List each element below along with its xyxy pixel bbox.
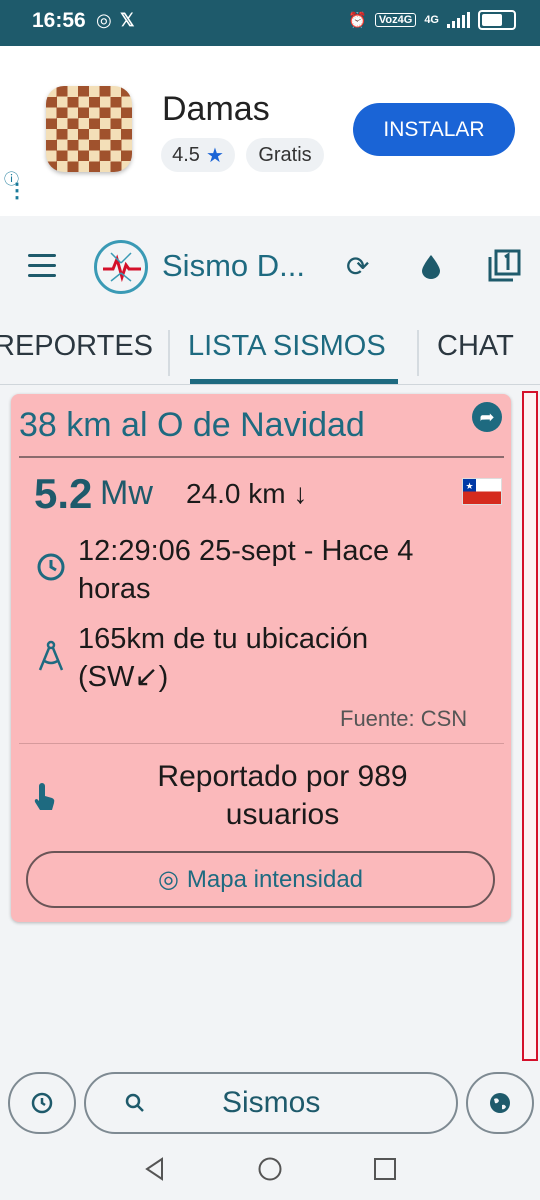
tab-chat[interactable]: CHAT xyxy=(437,330,514,363)
reported-line2: usuarios xyxy=(225,798,340,831)
tab-separator xyxy=(168,330,170,376)
reported-line1: Reportado por 989 xyxy=(157,760,408,793)
quake-depth: 24.0 km ↓ xyxy=(186,478,308,509)
checkers-app-icon[interactable] xyxy=(46,86,132,172)
x-icon: 𝕏 xyxy=(120,10,135,30)
ad-price-chip: Gratis xyxy=(246,138,324,172)
quake-distance-line1: 165km de tu ubicación xyxy=(78,623,369,655)
volte-tag: Voz4G xyxy=(374,13,417,27)
search-icon xyxy=(125,1093,144,1112)
tab-reportes[interactable]: REPORTES xyxy=(0,330,153,363)
ad-rating: 4.5 xyxy=(172,143,200,166)
star-icon: ★ xyxy=(205,144,224,167)
ad-rating-chip: 4.5 ★ xyxy=(161,138,235,172)
menu-icon[interactable] xyxy=(28,254,56,278)
card-divider xyxy=(19,743,504,744)
svg-text:★: ★ xyxy=(465,482,473,492)
instagram-icon: ◎ xyxy=(96,10,112,30)
share-icon[interactable]: ➦ xyxy=(472,402,502,432)
target-icon: ◎ xyxy=(157,866,179,893)
status-icons: ⏰ Voz4G 4G xyxy=(348,10,516,30)
compass-tool-icon xyxy=(36,640,66,679)
signal-icon xyxy=(447,12,470,28)
back-icon[interactable] xyxy=(142,1156,168,1182)
ad-app-name[interactable]: Damas xyxy=(162,90,270,129)
intensity-map-label: Mapa intensidad xyxy=(186,865,364,893)
clock-icon xyxy=(31,1092,53,1114)
status-time: 16:56 xyxy=(32,9,86,32)
sismos-search-button[interactable]: Sismos xyxy=(84,1072,458,1134)
globe-button[interactable] xyxy=(466,1072,534,1134)
card-divider xyxy=(19,456,504,458)
filter-one-icon[interactable] xyxy=(487,249,521,283)
battery-icon xyxy=(478,10,516,30)
recents-icon[interactable] xyxy=(372,1156,398,1182)
sismos-label: Sismos xyxy=(222,1086,321,1119)
alarm-icon: ⏰ xyxy=(348,12,367,29)
ad-info-icon[interactable]: ⓘ ⋮ xyxy=(4,172,27,212)
refresh-icon[interactable]: ⟳ xyxy=(346,250,369,283)
globe-icon xyxy=(490,1093,510,1113)
tabs-divider xyxy=(0,384,540,385)
quake-distance-line2: (SW↙) xyxy=(78,661,169,693)
tab-lista-sismos[interactable]: LISTA SISMOS xyxy=(188,330,386,363)
clock-icon xyxy=(36,552,66,589)
quake-time-line1: 12:29:06 25-sept - Hace 4 xyxy=(78,535,414,567)
network-type: 4G xyxy=(424,14,439,26)
scrollbar[interactable] xyxy=(522,391,538,1061)
quake-location[interactable]: 38 km al O de Navidad xyxy=(19,406,365,445)
magnitude-unit: Mw xyxy=(100,474,153,512)
quake-source: Fuente: CSN xyxy=(340,706,468,731)
app-title: Sismo D... xyxy=(162,248,305,283)
app-logo-icon xyxy=(94,240,148,294)
touch-icon xyxy=(30,782,58,812)
chile-flag-icon: ★ xyxy=(462,478,502,505)
home-icon[interactable] xyxy=(257,1156,283,1182)
intensity-map-button[interactable]: ◎ Mapa intensidad xyxy=(26,851,495,908)
water-drop-icon[interactable] xyxy=(420,253,442,279)
history-button[interactable] xyxy=(8,1072,76,1134)
quake-time-line2: horas xyxy=(78,573,151,605)
status-bar: 16:56 ◎ 𝕏 ⏰ Voz4G 4G xyxy=(0,0,540,46)
tab-separator xyxy=(417,330,419,376)
reported-count: Reportado por 989 usuarios xyxy=(100,758,465,834)
quake-magnitude: 5.2 xyxy=(34,470,93,517)
install-button[interactable]: INSTALAR xyxy=(353,103,515,156)
